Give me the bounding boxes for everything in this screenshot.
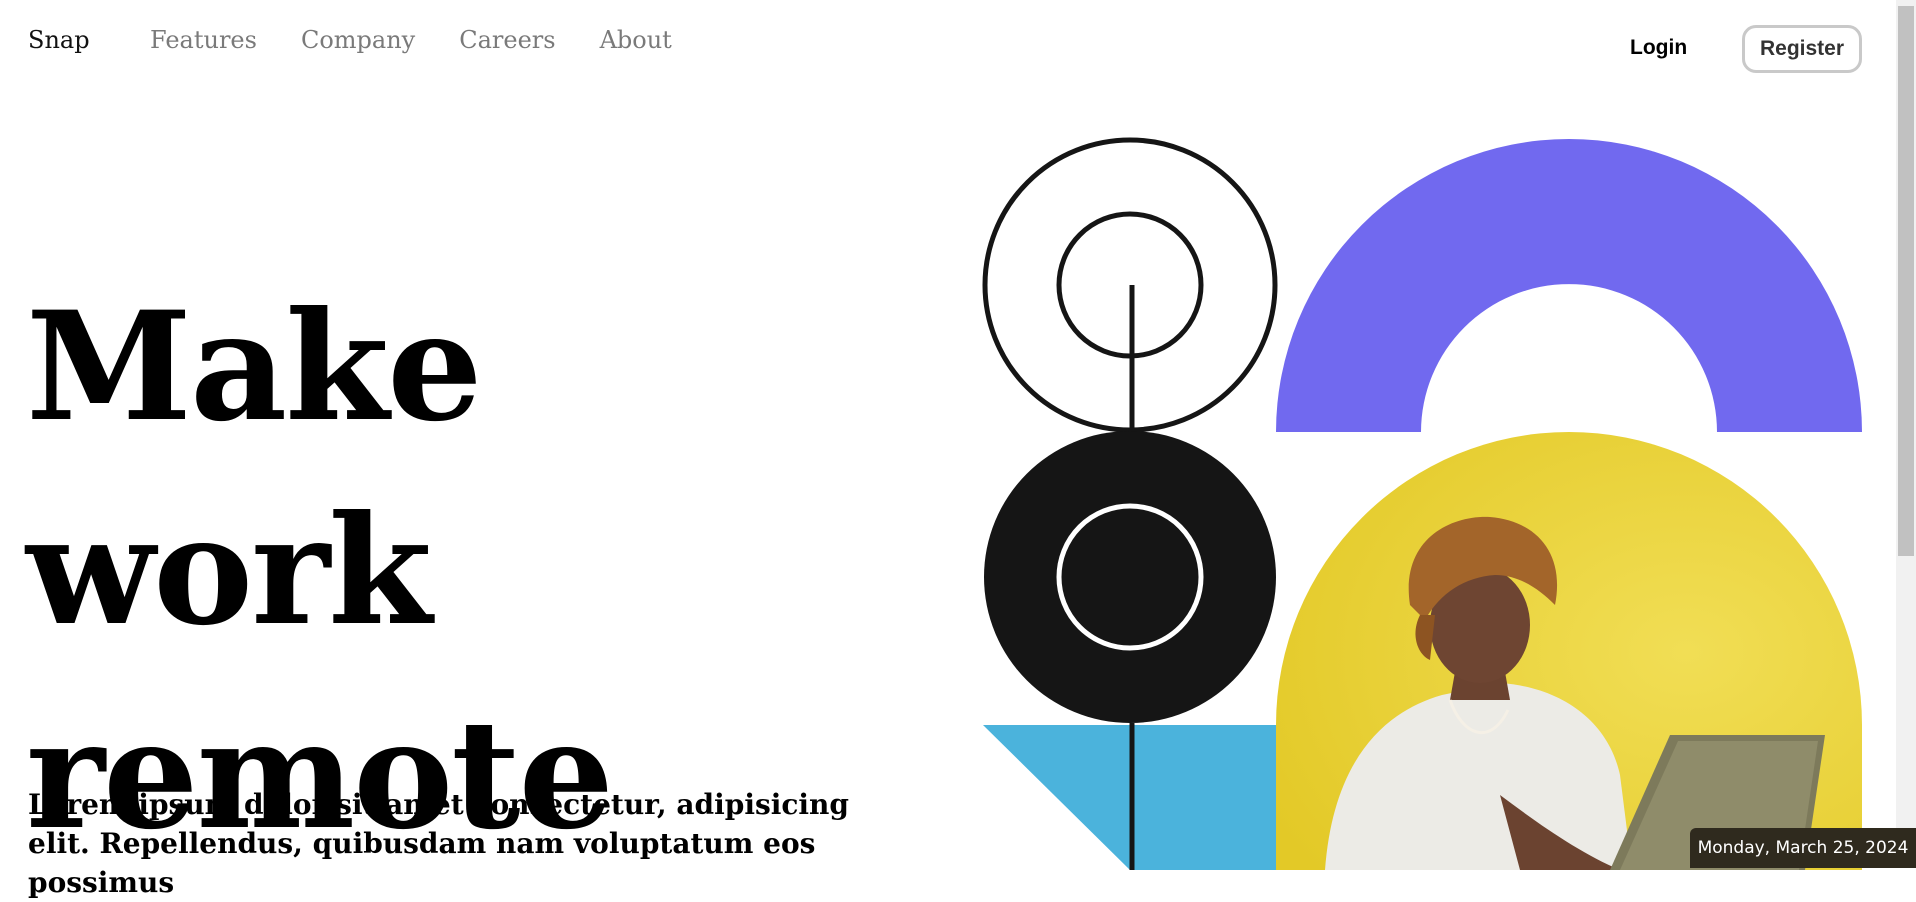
blue-triangle-graphic	[983, 723, 1277, 870]
nav-link-company[interactable]: Company	[301, 26, 415, 54]
page-scrollbar[interactable]	[1896, 0, 1916, 868]
black-circle-graphic	[984, 431, 1276, 723]
nav-link-about[interactable]: About	[600, 26, 672, 54]
nav-link-careers[interactable]: Careers	[459, 26, 555, 54]
outline-circles-graphic	[982, 137, 1278, 433]
brand-logo[interactable]: Snap	[28, 26, 90, 54]
person-photo	[1276, 432, 1862, 870]
taskbar-date: Monday, March 25, 2024	[1690, 828, 1916, 868]
register-button[interactable]: Register	[1742, 25, 1862, 73]
login-button[interactable]: Login	[1630, 36, 1687, 60]
hero-title-line-1: Make work	[26, 279, 483, 659]
hero-illustration	[982, 137, 1862, 870]
nav-link-features[interactable]: Features	[150, 26, 257, 54]
purple-arch-shape	[1276, 139, 1862, 432]
main-nav: Features Company Careers About	[150, 26, 672, 54]
hero-lead-text: Lorem ipsum dolor sit amet consectetur, …	[28, 788, 849, 899]
scrollbar-thumb[interactable]	[1898, 6, 1914, 556]
